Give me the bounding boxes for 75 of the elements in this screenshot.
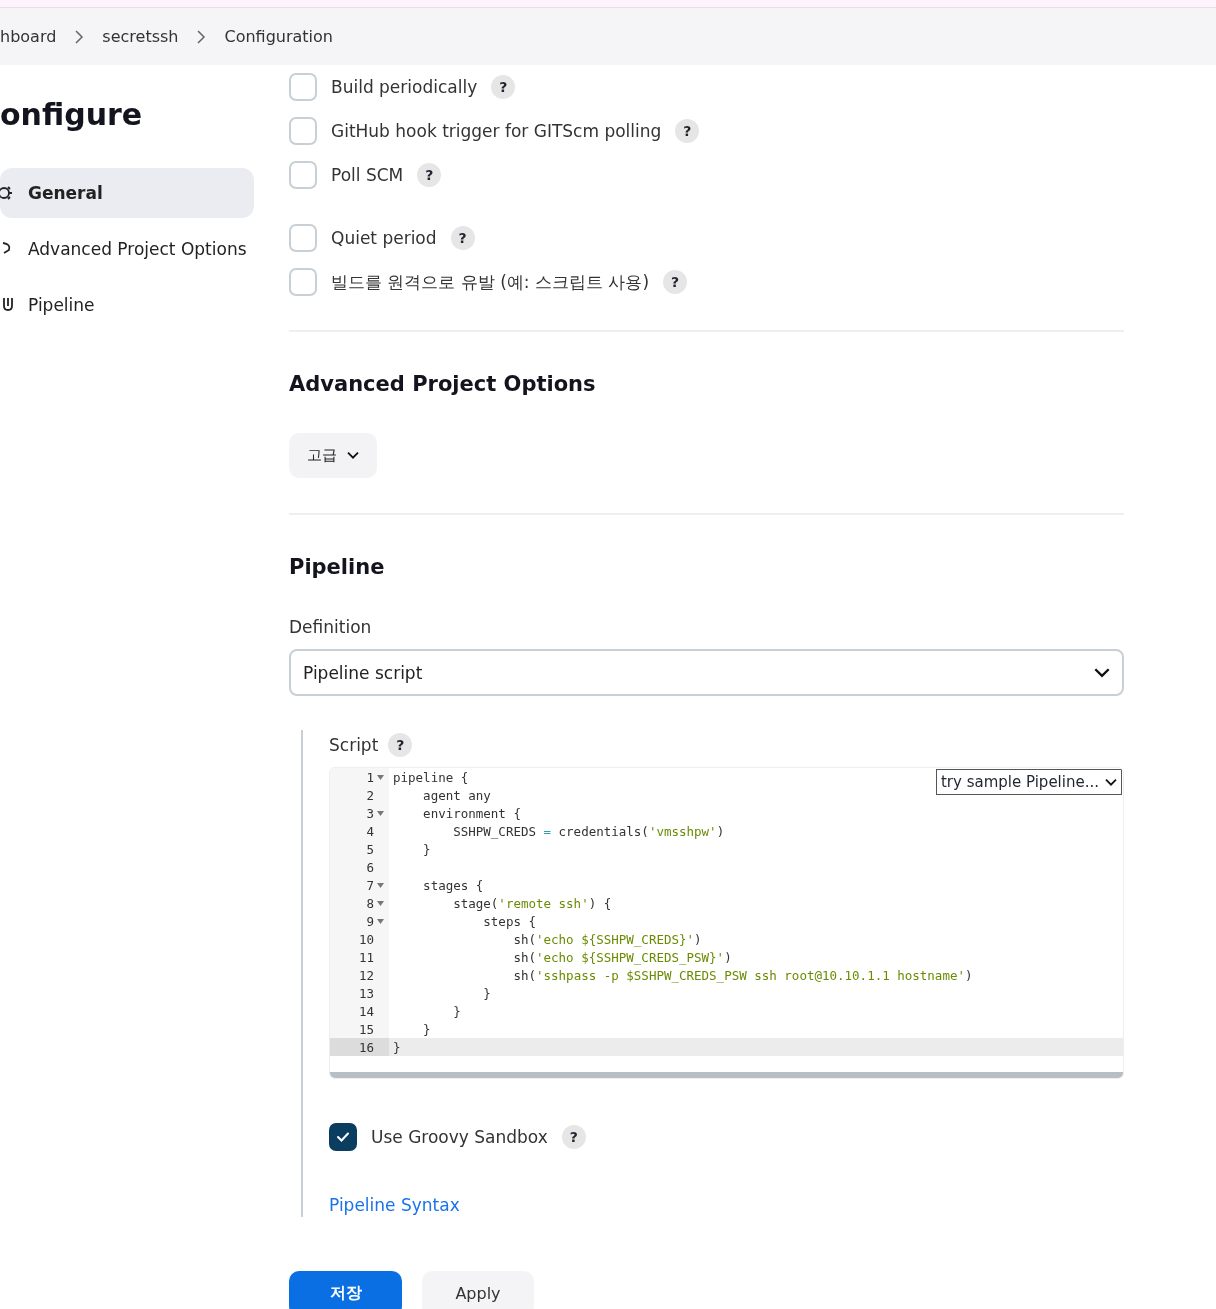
field-label: Definition <box>289 617 373 637</box>
line-number: 13 <box>358 985 374 1001</box>
line-number: 2 <box>366 787 374 803</box>
breadcrumb-link[interactable]: Configuration <box>224 27 333 46</box>
help-button[interactable]: ? <box>561 1125 586 1149</box>
breadcrumb-link[interactable]: hboard <box>0 27 57 46</box>
code-line: pipeline { <box>392 769 469 785</box>
help-button[interactable]: ? <box>663 270 687 294</box>
breadcrumb-link[interactable]: secretssh <box>102 27 179 46</box>
sidebar-item[interactable]: Pipeline <box>0 280 254 330</box>
help-button[interactable]: ? <box>491 75 516 99</box>
code-line: SSHPW_CREDS = credentials('vmsshpw') <box>452 823 725 839</box>
line-number: 6 <box>366 859 374 875</box>
code-line: } <box>392 1039 401 1055</box>
page-title: onfigure <box>0 97 144 132</box>
checkbox-label: Build periodically <box>331 77 478 97</box>
line-number: 16 <box>358 1039 374 1055</box>
help-button[interactable]: ? <box>675 119 700 143</box>
code-editor[interactable] <box>329 767 1124 1079</box>
fold-arrow-icon[interactable] <box>377 810 384 816</box>
sample-select[interactable]: try sample Pipeline... <box>936 769 1122 795</box>
line-number: 5 <box>366 841 374 857</box>
code-line: stages { <box>422 877 484 893</box>
checkbox-label: Poll SCM <box>331 165 404 185</box>
code-line: } <box>452 1003 461 1019</box>
checkbox-label: 빌드를 원격으로 유발 (예: 스크립트 사용) <box>331 270 649 294</box>
line-number: 12 <box>358 967 374 983</box>
line-number: 15 <box>358 1021 374 1037</box>
fold-arrow-icon[interactable] <box>377 918 384 924</box>
code-line: sh('echo ${SSHPW_CREDS_PSW}') <box>512 949 732 965</box>
help-button[interactable]: ? <box>450 226 475 250</box>
check-icon <box>336 1131 350 1143</box>
code-line: sh('sshpass -p $SSHPW_CREDS_PSW ssh root@10.10.1.1 hostname') <box>512 967 973 983</box>
chevron-right-icon <box>196 29 207 44</box>
section-title: Advanced Project Options <box>289 372 597 396</box>
sidebar-item[interactable]: General <box>0 168 254 218</box>
line-number: 4 <box>366 823 374 839</box>
help-button[interactable]: ? <box>388 733 413 757</box>
line-number: 8 <box>366 895 374 911</box>
pipeline-syntax-link[interactable]: Pipeline Syntax <box>329 1195 460 1215</box>
code-line: } <box>422 1021 431 1037</box>
fold-arrow-icon[interactable] <box>377 882 384 888</box>
apply-button[interactable]: Apply <box>422 1271 534 1309</box>
code-line: stage('remote ssh') { <box>452 895 612 911</box>
line-number: 14 <box>358 1003 374 1019</box>
sidebar-item[interactable]: Advanced Project Options <box>0 224 254 274</box>
chevron-down-icon <box>347 451 359 460</box>
checkbox[interactable] <box>329 1123 357 1151</box>
code-line: steps { <box>482 913 536 929</box>
code-line: environment { <box>422 805 521 821</box>
line-number: 7 <box>366 877 374 893</box>
code-line: sh('echo ${SSHPW_CREDS}') <box>512 931 702 947</box>
checkbox-label: GitHub hook trigger for GITScm polling <box>331 121 662 141</box>
save-button[interactable]: 저장 <box>289 1271 402 1309</box>
fold-arrow-icon[interactable] <box>377 900 384 906</box>
line-number: 3 <box>366 805 374 821</box>
definition-select[interactable]: Pipeline script <box>289 649 1124 696</box>
code-line: agent any <box>422 787 491 803</box>
chevron-down-icon <box>1094 666 1110 679</box>
help-button[interactable]: ? <box>417 163 442 187</box>
line-number: 10 <box>358 931 374 947</box>
code-line: } <box>422 841 431 857</box>
checkbox-label: Use Groovy Sandbox <box>371 1127 548 1147</box>
chevron-down-icon <box>1105 777 1117 787</box>
line-number: 1 <box>366 769 374 785</box>
chevron-right-icon <box>74 29 85 44</box>
scrollbar[interactable] <box>330 1072 1123 1078</box>
checkbox-label: Quiet period <box>331 228 437 248</box>
field-label: Script <box>329 735 379 755</box>
line-number: 9 <box>366 913 374 929</box>
fold-arrow-icon[interactable] <box>377 774 384 780</box>
advanced-button[interactable]: 고급 <box>289 433 377 478</box>
code-line: } <box>482 985 491 1001</box>
line-number: 11 <box>358 949 374 965</box>
section-title: Pipeline <box>289 555 386 579</box>
